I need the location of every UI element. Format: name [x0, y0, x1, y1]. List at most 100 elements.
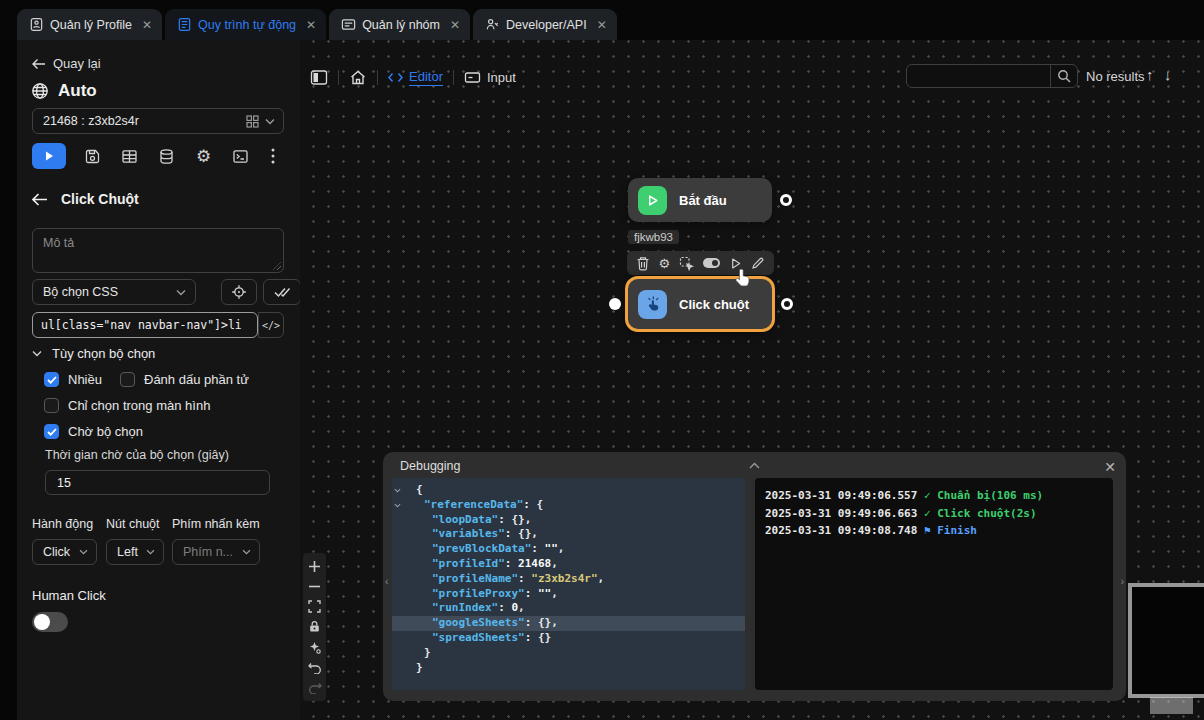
human-click-toggle[interactable]: [32, 612, 68, 632]
panel-right-chevron[interactable]: ›: [1121, 576, 1124, 587]
debug-log-list: 2025-03-31 09:49:06.557 ✓ Chuẩn bị(106 m…: [765, 487, 1103, 540]
home-button[interactable]: [349, 69, 367, 86]
click-node-input-handle[interactable]: [609, 298, 621, 310]
search-prev-button[interactable]: ↑: [1146, 66, 1154, 83]
debug-json-line[interactable]: "loopData": {},: [392, 513, 745, 528]
table-button[interactable]: [111, 148, 148, 165]
debug-json-line[interactable]: {: [392, 483, 745, 498]
tab-label: Quản lý Profile: [50, 18, 132, 32]
undo-button[interactable]: [307, 660, 322, 675]
checkbox-multiple[interactable]: Nhiều: [44, 372, 102, 387]
zoom-in-button[interactable]: [307, 559, 322, 574]
input-tab[interactable]: Input: [464, 70, 516, 85]
search-next-button[interactable]: ↓: [1164, 66, 1172, 83]
code-view-button[interactable]: </>: [258, 312, 284, 338]
editor-tab[interactable]: Editor: [388, 69, 443, 86]
search-icon[interactable]: [1051, 69, 1077, 83]
debug-json-line[interactable]: "profileName": "z3xb2s4r",: [392, 572, 745, 587]
debug-json-line[interactable]: "googleSheets": {},: [392, 616, 745, 631]
minimap-viewport[interactable]: [1128, 583, 1204, 698]
input-icon: [464, 70, 481, 85]
lock-button[interactable]: [307, 619, 322, 634]
search-results-status: No results: [1086, 69, 1145, 84]
selector-options-toggle[interactable]: Tùy chọn bộ chọn: [32, 346, 155, 361]
action-select[interactable]: Click: [32, 539, 97, 565]
tab-close-icon[interactable]: ✕: [597, 19, 607, 31]
tab-close-icon[interactable]: ✕: [450, 19, 460, 31]
click-node-label: Click chuột: [679, 297, 749, 312]
description-textarea[interactable]: Mô tả: [32, 228, 284, 273]
click-node-output-handle[interactable]: [781, 298, 793, 310]
close-panel-icon[interactable]: ✕: [1104, 459, 1116, 475]
run-button[interactable]: [32, 143, 66, 169]
verify-selector-button[interactable]: [263, 279, 301, 305]
pick-element-button[interactable]: [221, 279, 257, 305]
checkbox-icon[interactable]: [44, 372, 59, 387]
debug-json-line[interactable]: "variables": {},: [392, 527, 745, 542]
checkbox-wait-selector[interactable]: Chờ bộ chọn: [44, 424, 143, 439]
checkbox-highlight-element[interactable]: Đánh dấu phần tử: [120, 372, 249, 387]
checkbox-icon[interactable]: [120, 372, 135, 387]
fit-view-button[interactable]: [307, 599, 322, 614]
flag-icon: ⚑: [924, 524, 937, 537]
canvas-zoom-toolbar: [303, 553, 326, 701]
selector-input[interactable]: ul[class="nav navbar-nav"]>li: [32, 312, 258, 338]
selector-type-select[interactable]: Bộ chọn CSS: [32, 279, 196, 305]
delete-node-button[interactable]: [636, 256, 650, 271]
debug-log-pane[interactable]: 2025-03-31 09:49:06.557 ✓ Chuẩn bị(106 m…: [755, 478, 1113, 690]
block-header: Click Chuột: [32, 191, 139, 207]
globe-icon: [31, 82, 49, 100]
toggle-panel-button[interactable]: [310, 69, 328, 86]
checkbox-label: Nhiều: [68, 372, 102, 387]
description-placeholder: Mô tả: [43, 236, 74, 250]
debug-json-line[interactable]: "profileProxy": "",: [392, 587, 745, 602]
debug-json-line[interactable]: "runIndex": 0,: [392, 601, 745, 616]
debug-json-line[interactable]: }: [392, 661, 745, 676]
debug-json-line[interactable]: "spreadSheets": {}: [392, 631, 745, 646]
database-button[interactable]: [148, 148, 185, 165]
more-button[interactable]: [259, 148, 287, 164]
timeout-input[interactable]: 15: [45, 470, 270, 495]
tab-profile-manager[interactable]: Quản lý Profile ✕: [17, 9, 162, 40]
code-view-label: </>: [262, 320, 280, 331]
debug-json-pane[interactable]: {"referenceData": {"loopData": {},"varia…: [392, 478, 745, 690]
resize-handle[interactable]: [273, 262, 281, 270]
node-enable-toggle[interactable]: [703, 258, 720, 268]
search-input[interactable]: [907, 65, 1050, 87]
checkbox-icon[interactable]: [44, 398, 59, 413]
tab-developer-api[interactable]: Developer/API ✕: [473, 9, 617, 40]
debug-json-line[interactable]: }: [392, 646, 745, 661]
tab-automation[interactable]: Quy trình tự động ✕: [165, 9, 326, 40]
magic-select-button[interactable]: [307, 640, 322, 655]
tab-close-icon[interactable]: ✕: [142, 19, 152, 31]
panel-left-chevron[interactable]: ‹: [385, 576, 388, 587]
mouse-button-select[interactable]: Left: [106, 539, 164, 565]
profile-select[interactable]: 21468 : z3xb2s4r: [32, 108, 284, 134]
save-button[interactable]: [74, 148, 111, 165]
zoom-out-button[interactable]: [307, 579, 322, 594]
redo-button[interactable]: [307, 680, 322, 695]
tab-close-icon[interactable]: ✕: [306, 19, 316, 31]
action-value: Click: [43, 545, 70, 559]
checkbox-icon[interactable]: [44, 424, 59, 439]
check-icon: ✓: [924, 489, 937, 502]
terminal-button[interactable]: [222, 148, 259, 165]
start-node-output-handle[interactable]: [780, 194, 792, 206]
select-element-button[interactable]: [679, 256, 694, 271]
checkbox-viewport-only[interactable]: Chỉ chọn trong màn hình: [44, 398, 210, 413]
arrow-left-icon[interactable]: [32, 193, 48, 206]
back-link[interactable]: Quay lại: [32, 56, 101, 71]
debug-json-line[interactable]: "referenceData": {: [392, 498, 745, 513]
node-settings-button[interactable]: ⚙: [659, 257, 671, 270]
selector-type-value: Bộ chọn CSS: [43, 285, 118, 299]
collapse-panel-icon[interactable]: [749, 462, 760, 469]
action-label: Hành động: [32, 517, 93, 531]
modifier-select[interactable]: Phím n...: [172, 539, 260, 565]
settings-button[interactable]: ⚙: [185, 148, 222, 165]
code-icon: [388, 72, 403, 83]
tab-bar: Quản lý Profile ✕ Quy trình tự động ✕ Qu…: [0, 0, 1204, 40]
start-node[interactable]: Bắt đầu: [628, 178, 772, 222]
debug-json-line[interactable]: "profileId": 21468,: [392, 557, 745, 572]
tab-group-manager[interactable]: Quản lý nhóm ✕: [329, 9, 470, 40]
debug-json-line[interactable]: "prevBlockData": "",: [392, 542, 745, 557]
